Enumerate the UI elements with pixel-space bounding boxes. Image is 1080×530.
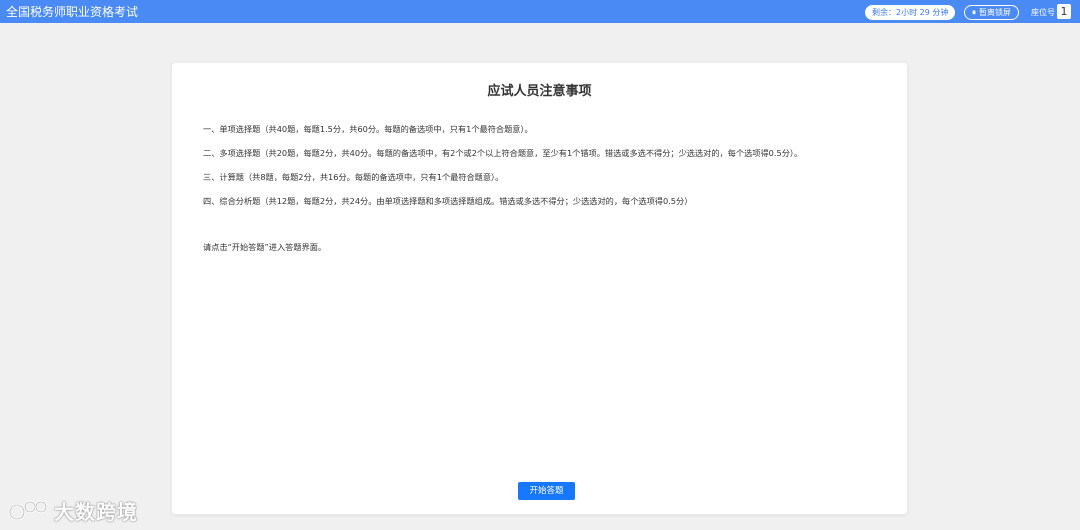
remaining-time-badge: 剩余：2小时 29 分钟 [865,5,956,20]
rules-list: 一、单项选择题（共40题，每题1.5分，共60分。每题的备选项中，只有1个最符合… [203,123,893,219]
watermark: 大数跨境 [8,496,138,525]
rule-item: 三、计算题（共8题，每题2分，共16分。每题的备选项中，只有1个最符合题意）。 [203,172,504,182]
page-title: 应试人员注意事项 [487,84,592,99]
pause-label: 暂离锁屏 [979,8,1011,17]
instructions-panel: 应试人员注意事项 一、单项选择题（共40题，每题1.5分，共60分。每题的备选项… [172,63,907,514]
start-prompt: 请点击“开始答题”进入答题界面。 [203,242,327,252]
rule-item: 二、多项选择题（共20题，每题2分，共40分。每题的备选项中，有2个或2个以上符… [203,148,803,158]
seat-number-value: 1 [1057,4,1071,19]
rule-item: 一、单项选择题（共40题，每题1.5分，共60分。每题的备选项中，只有1个最符合… [203,124,533,134]
app-title: 全国税务师职业资格考试 [6,5,139,19]
seat-number-label: 座位号 [1031,8,1055,17]
watermark-logo-icon [8,500,48,520]
rule-item: 四、综合分析题（共12题，每题2分，共24分。由单项选择题和多项选择题组成。错选… [203,196,693,206]
start-answering-button[interactable]: 开始答题 [518,482,575,500]
watermark-text: 大数跨境 [54,500,138,524]
pause-icon: ⏸ [972,8,976,17]
pause-lock-screen-button[interactable]: ⏸ 暂离锁屏 [964,5,1019,20]
top-bar: 全国税务师职业资格考试 剩余：2小时 29 分钟 ⏸ 暂离锁屏 座位号 1 [0,0,1080,23]
